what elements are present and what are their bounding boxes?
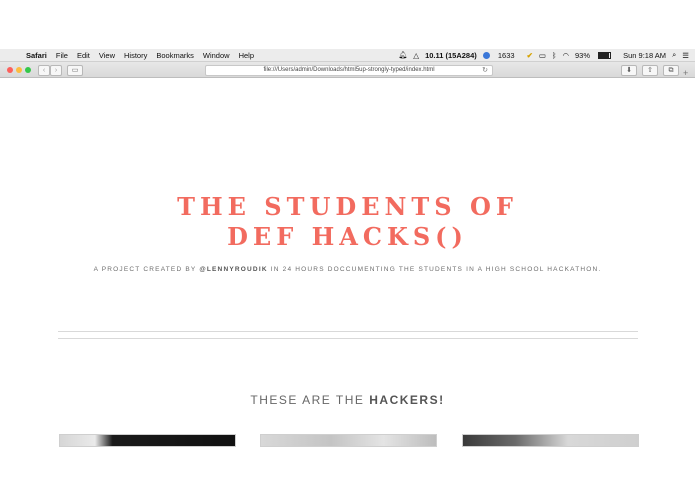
title-line-1: THE STUDENTS OF: [177, 192, 518, 221]
menu-help[interactable]: Help: [239, 51, 254, 60]
airplay-icon[interactable]: ▭: [539, 51, 546, 60]
author-handle-link[interactable]: @LENNYROUDIK: [199, 266, 267, 273]
title-line-2: DEF HACKS(): [227, 222, 468, 251]
os-build-label[interactable]: 10.11 (15A284): [425, 51, 477, 60]
section-heading-bold: HACKERS!: [369, 393, 445, 407]
hacker-photo-thumbnail[interactable]: [260, 434, 437, 447]
divider-bottom: [58, 338, 638, 339]
show-tabs-button[interactable]: ⧉: [663, 65, 679, 76]
reload-icon[interactable]: ↻: [482, 66, 488, 75]
menu-safari[interactable]: Safari: [26, 51, 47, 60]
url-text: file:///Users/admin/Downloads/html5up-st…: [263, 67, 435, 73]
menu-bar: Safari File Edit View History Bookmarks …: [0, 49, 695, 62]
dropbox-status[interactable]: 1633: [482, 50, 521, 60]
page-subtitle: A PROJECT CREATED BY @LENNYROUDIK IN 24 …: [0, 266, 695, 273]
battery-status[interactable]: 93%: [575, 51, 617, 60]
notification-center-icon[interactable]: ☰: [682, 51, 689, 60]
status-area: 🔔︎ △ 10.11 (15A284) 1633 ✔ ▭ ᛒ ◠ 93% Sun…: [398, 49, 695, 61]
dropbox-icon: [482, 52, 490, 60]
clock[interactable]: Sun 9:18 AM: [623, 51, 666, 60]
hacker-photo-thumbnail[interactable]: [462, 434, 639, 447]
bluetooth-icon[interactable]: ᛒ: [552, 51, 557, 60]
battery-percent: 93%: [575, 50, 591, 60]
section-heading: THESE ARE THE HACKERS!: [0, 393, 695, 407]
back-button[interactable]: ‹: [38, 65, 50, 76]
new-tab-button[interactable]: +: [683, 68, 688, 78]
notification-bell-icon[interactable]: 🔔︎: [398, 51, 407, 59]
share-button[interactable]: ⇧: [642, 65, 658, 76]
checkmark-icon[interactable]: ✔: [527, 51, 533, 60]
hacker-photo-thumbnail[interactable]: [59, 434, 236, 447]
downloads-button[interactable]: ⬇: [621, 65, 637, 76]
menu-edit[interactable]: Edit: [77, 51, 90, 60]
dropbox-count: 1633: [497, 50, 515, 60]
browser-toolbar: ‹ › ▭ file:///Users/admin/Downloads/html…: [0, 62, 695, 78]
menu-window[interactable]: Window: [203, 51, 230, 60]
subtitle-lead: A PROJECT CREATED BY: [93, 266, 200, 273]
fullscreen-window-button[interactable]: [25, 67, 31, 73]
divider-top: [58, 331, 638, 332]
menu-bookmarks[interactable]: Bookmarks: [156, 51, 194, 60]
minimize-window-button[interactable]: [16, 67, 22, 73]
close-window-button[interactable]: [7, 67, 13, 73]
address-bar[interactable]: file:///Users/admin/Downloads/html5up-st…: [205, 65, 493, 76]
wifi-icon[interactable]: ◠: [562, 51, 569, 60]
spotlight-search-icon[interactable]: ⌕: [672, 50, 676, 60]
sidebar-toggle-button[interactable]: ▭: [67, 65, 83, 76]
menu-view[interactable]: View: [99, 51, 115, 60]
page-title: THE STUDENTS OF DEF HACKS(): [0, 192, 695, 252]
forward-button[interactable]: ›: [50, 65, 62, 76]
alert-icon[interactable]: △: [413, 51, 419, 60]
subtitle-tail: IN 24 HOURS DOCCUMENTING THE STUDENTS IN…: [267, 266, 602, 273]
battery-icon: [598, 52, 612, 60]
menu-history[interactable]: History: [124, 51, 147, 60]
section-heading-prefix: THESE ARE THE: [250, 393, 370, 407]
menu-file[interactable]: File: [56, 51, 68, 60]
